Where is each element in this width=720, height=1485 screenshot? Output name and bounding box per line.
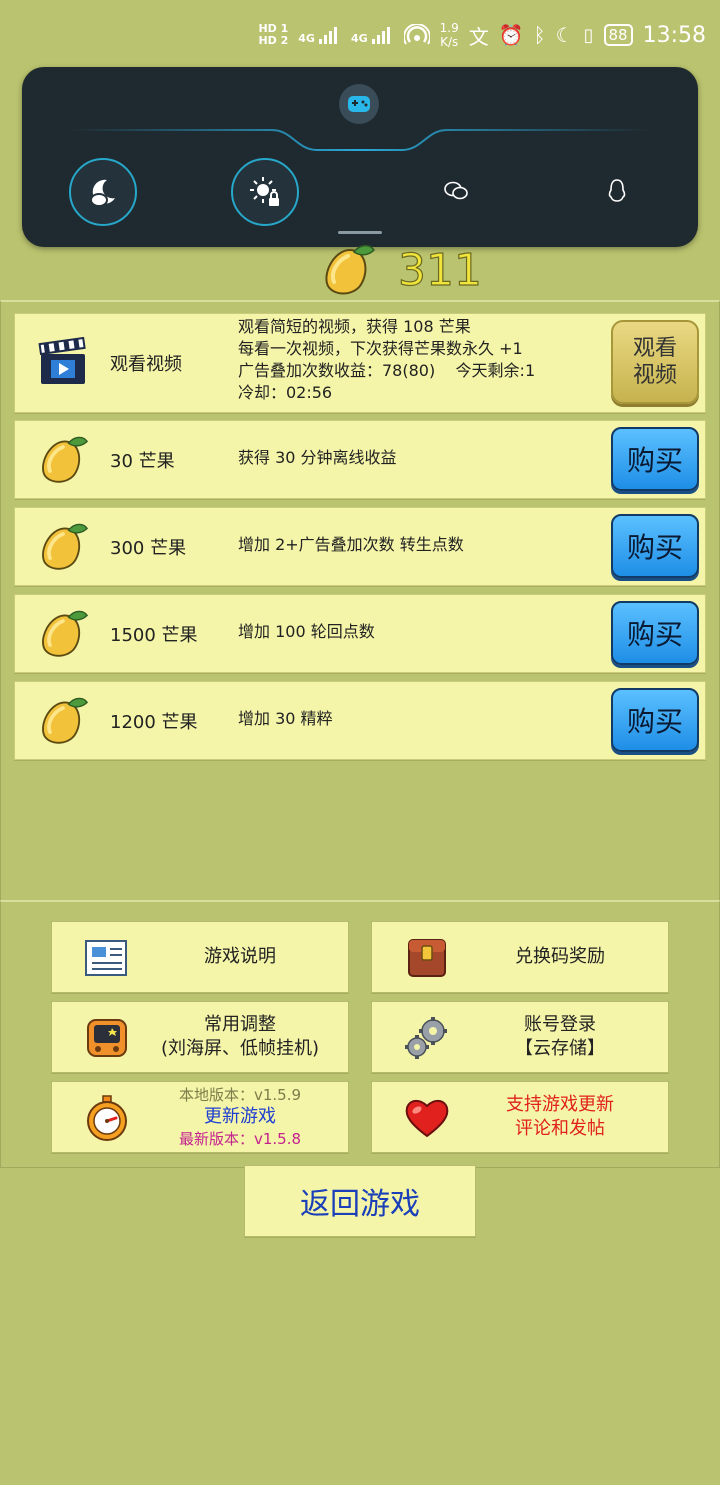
watch-video-button[interactable]: 观看 视频 bbox=[611, 320, 699, 404]
panel-handle[interactable] bbox=[338, 231, 382, 234]
shop-item-row: 300 芒果 增加 2+广告叠加次数 转生点数 购买 bbox=[14, 507, 706, 586]
shop-item-row: 1200 芒果 增加 30 精粹 购买 bbox=[14, 681, 706, 760]
buy-button[interactable]: 购买 bbox=[611, 514, 699, 578]
heart-icon bbox=[402, 1094, 452, 1142]
mango-icon bbox=[42, 610, 89, 657]
mango-icon bbox=[42, 436, 89, 483]
handheld-console-icon bbox=[82, 1014, 132, 1062]
desc-line: 观看简短的视频，获得 108 芒果 bbox=[238, 317, 471, 336]
update-game-button[interactable]: 本地版本：v1.5.9 更新游戏 最新版本：v1.5.8 bbox=[51, 1081, 349, 1153]
settings-label: 常用调整 bbox=[204, 1014, 276, 1035]
item-desc: 获得 30 分钟离线收益 bbox=[238, 448, 397, 467]
watch-video-desc: 观看简短的视频，获得 108 芒果 每看一次视频，下次获得芒果数永久 +1 广告… bbox=[238, 316, 535, 404]
settings-button[interactable]: 常用调整 (刘海屏、低帧挂机) bbox=[51, 1001, 349, 1073]
network-speed: 1.9 K/s bbox=[440, 21, 459, 49]
game-instructions-button[interactable]: 游戏说明 bbox=[51, 921, 349, 993]
desc-line: 广告叠加次数收益：78(80) 今天剩余:1 bbox=[238, 361, 536, 380]
status-bar: HD 1 HD 2 4G 4G 1.9 K/s 文 ⏰ ᛒ ☾ ▯ 88 13:… bbox=[0, 0, 720, 68]
item-title: 1500 芒果 bbox=[110, 625, 198, 646]
qq-icon bbox=[608, 179, 626, 202]
signal-icon-1: 4G bbox=[298, 25, 341, 45]
status-icons: HD 1 HD 2 4G 4G 1.9 K/s 文 ⏰ ᛒ ☾ ▯ 88 13:… bbox=[258, 18, 706, 52]
local-version: 本地版本：v1.5.9 bbox=[178, 1086, 302, 1104]
shop-item-row: 30 芒果 获得 30 分钟离线收益 购买 bbox=[14, 420, 706, 499]
desc-line: 每看一次视频，下次获得芒果数永久 +1 bbox=[238, 339, 523, 358]
signal-bars-icon bbox=[318, 27, 337, 44]
wechat-button[interactable] bbox=[436, 171, 476, 211]
item-title: 300 芒果 bbox=[110, 538, 187, 559]
mango-count: 311 bbox=[397, 244, 482, 296]
qq-button[interactable] bbox=[597, 171, 637, 211]
net1-label: 4G bbox=[298, 32, 315, 45]
buy-button[interactable]: 购买 bbox=[611, 601, 699, 665]
newspaper-icon bbox=[82, 934, 132, 982]
watch-video-row: 观看视频 观看简短的视频，获得 108 芒果 每看一次视频，下次获得芒果数永久 … bbox=[14, 313, 706, 413]
settings-sublabel: (刘海屏、低帧挂机) bbox=[160, 1038, 320, 1059]
latest-version: 最新版本：v1.5.8 bbox=[178, 1130, 302, 1148]
signal-icon-2: 4G bbox=[351, 25, 394, 45]
item-title: 30 芒果 bbox=[110, 451, 175, 472]
panel-divider bbox=[72, 129, 648, 151]
stopwatch-icon bbox=[82, 1094, 132, 1142]
bluetooth-icon: ᛒ bbox=[533, 23, 546, 47]
clapperboard-icon bbox=[38, 336, 86, 384]
support-label: 支持游戏更新 bbox=[506, 1094, 614, 1115]
mango-icon bbox=[42, 523, 89, 570]
gears-icon bbox=[402, 1014, 452, 1062]
support-review-button[interactable]: 支持游戏更新 评论和发帖 bbox=[371, 1081, 669, 1153]
item-title: 1200 芒果 bbox=[110, 712, 198, 733]
watch-btn-line: 观看 bbox=[632, 336, 677, 361]
wechat-icon bbox=[444, 181, 468, 200]
watch-video-title: 观看视频 bbox=[110, 354, 182, 375]
vibrate-icon: ▯ bbox=[583, 24, 594, 46]
account-login-button[interactable]: 账号登录 【云存储】 bbox=[371, 1001, 669, 1073]
moon-icon: ☾ bbox=[555, 23, 574, 47]
clock: 13:58 bbox=[642, 22, 706, 48]
support-sublabel: 评论和发帖 bbox=[515, 1118, 605, 1139]
game-assistant-panel bbox=[22, 67, 698, 247]
shop-item-row: 1500 芒果 增加 100 轮回点数 购买 bbox=[14, 594, 706, 673]
brightness-lock-button[interactable] bbox=[231, 158, 299, 226]
cooldown-timer: 冷却：02:56 bbox=[238, 383, 333, 402]
mango-balance: 311 bbox=[320, 242, 483, 298]
item-desc: 增加 30 精粹 bbox=[238, 709, 333, 728]
instructions-label: 游戏说明 bbox=[204, 946, 276, 967]
treasure-box-icon bbox=[402, 934, 452, 982]
battery-icon: 88 bbox=[603, 24, 633, 46]
speed-value: 1.9 bbox=[439, 21, 459, 35]
watch-btn-line: 视频 bbox=[632, 363, 677, 388]
moon-chat-icon bbox=[90, 179, 115, 207]
item-desc: 增加 2+广告叠加次数 转生点数 bbox=[238, 535, 464, 554]
signal-bars-icon bbox=[371, 27, 390, 44]
hd2-label: HD 2 bbox=[258, 34, 289, 47]
brightness-lock-icon bbox=[250, 177, 279, 206]
net2-label: 4G bbox=[350, 32, 368, 45]
back-to-game-button[interactable]: 返回游戏 bbox=[244, 1165, 476, 1237]
buy-button[interactable]: 购买 bbox=[611, 427, 699, 491]
hotspot-icon bbox=[403, 24, 430, 45]
account-sublabel: 【云存储】 bbox=[515, 1038, 605, 1059]
alarm-icon: ⏰ bbox=[498, 23, 524, 47]
mango-icon bbox=[42, 697, 89, 744]
do-not-disturb-button[interactable] bbox=[69, 158, 137, 226]
translate-icon: 文 bbox=[468, 24, 489, 49]
speed-unit: K/s bbox=[440, 35, 459, 49]
buy-button[interactable]: 购买 bbox=[611, 688, 699, 752]
mango-icon bbox=[325, 245, 375, 295]
update-label: 更新游戏 bbox=[204, 1106, 276, 1127]
redeem-code-button[interactable]: 兑换码奖励 bbox=[371, 921, 669, 993]
gamepad-icon[interactable] bbox=[339, 84, 379, 124]
item-desc: 增加 100 轮回点数 bbox=[238, 622, 375, 641]
redeem-label: 兑换码奖励 bbox=[515, 946, 605, 967]
sim-labels: HD 1 HD 2 bbox=[258, 23, 288, 47]
account-label: 账号登录 bbox=[524, 1014, 596, 1035]
